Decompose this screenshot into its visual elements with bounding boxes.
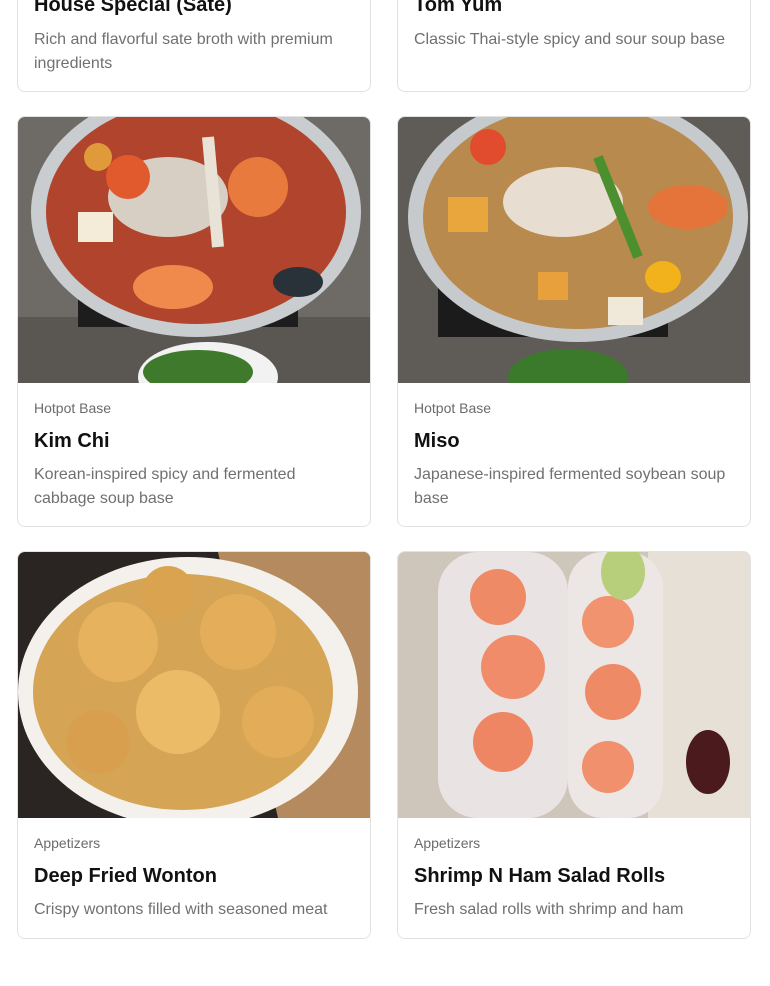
card-title: House Special (Sate) [34, 0, 232, 16]
menu-card-kim-chi[interactable]: Hotpot Base Kim Chi Korean-inspired spic… [17, 116, 371, 527]
card-title: Shrimp N Ham Salad Rolls [414, 865, 666, 887]
card-title: Kim Chi [34, 430, 110, 452]
miso-hotpot-photo [398, 117, 750, 383]
card-description: Fresh salad rolls with shrimp and ham [414, 901, 684, 918]
card-description: Crispy wontons filled with seasoned meat [34, 901, 328, 918]
card-category: Appetizers [414, 835, 481, 851]
card-description: Rich and flavorful sate broth with premi… [34, 31, 333, 72]
menu-card-house-special[interactable]: House Special (Sate) Rich and flavorful … [17, 0, 371, 92]
card-description: Korean-inspired spicy and fermented cabb… [34, 466, 296, 507]
salad-rolls-photo [398, 552, 750, 818]
menu-card-deep-fried-wonton[interactable]: Appetizers Deep Fried Wonton Crispy wont… [17, 551, 371, 939]
card-description: Japanese-inspired fermented soybean soup… [414, 466, 726, 507]
fried-wonton-photo [18, 552, 370, 818]
card-title: Miso [414, 430, 460, 452]
card-title: Tom Yum [414, 0, 503, 16]
menu-card-tom-yum[interactable]: Tom Yum Classic Thai-style spicy and sou… [397, 0, 751, 92]
card-title: Deep Fried Wonton [34, 865, 217, 887]
card-description: Classic Thai-style spicy and sour soup b… [414, 31, 725, 48]
card-category: Appetizers [34, 835, 101, 851]
card-category: Hotpot Base [34, 400, 112, 416]
menu-card-shrimp-n-ham-salad-rolls[interactable]: Appetizers Shrimp N Ham Salad Rolls Fres… [397, 551, 751, 939]
kimchi-hotpot-photo [18, 117, 370, 383]
menu-card-miso[interactable]: Hotpot Base Miso Japanese-inspired ferme… [397, 116, 751, 527]
card-category: Hotpot Base [414, 400, 492, 416]
